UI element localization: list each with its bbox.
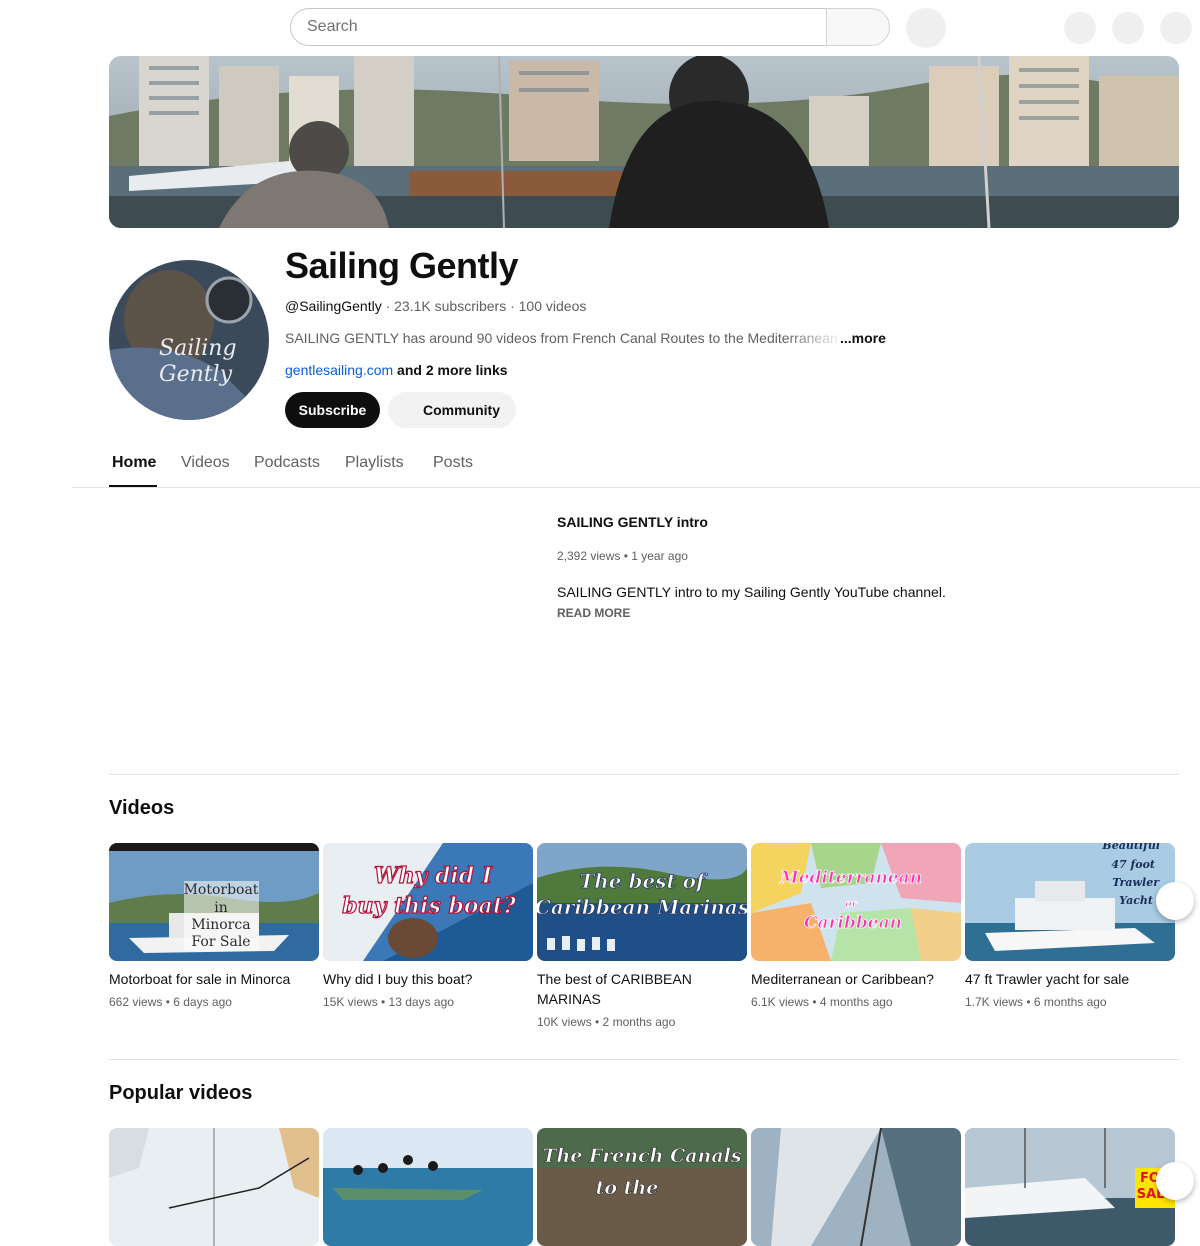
channel-banner — [109, 56, 1179, 228]
search-button[interactable] — [826, 8, 890, 46]
video-title[interactable]: 47 ft Trawler yacht for sale — [965, 969, 1175, 989]
thumb-text: Yacht — [1119, 894, 1153, 907]
description-more-link[interactable]: ...more — [840, 330, 886, 346]
tab-videos[interactable]: Videos — [181, 454, 230, 472]
thumb-text: The French Canals — [542, 1145, 741, 1167]
avatar-text-line1: Sailing — [159, 336, 237, 361]
featured-video-meta: 2,392 views • 1 year ago — [557, 549, 688, 563]
video-meta: 1.7K views • 6 months ago — [965, 995, 1107, 1009]
featured-read-more[interactable]: READ MORE — [557, 606, 630, 620]
avatar-text-line2: Gently — [159, 362, 233, 387]
tab-podcasts[interactable]: Podcasts — [254, 454, 320, 472]
video-thumbnail[interactable] — [751, 1128, 961, 1246]
thumb-text: buy this boat? — [342, 893, 517, 919]
thumb-text: Caribbean — [804, 913, 902, 933]
create-button[interactable] — [1064, 12, 1096, 44]
search-box[interactable] — [290, 8, 826, 46]
subscribe-button[interactable]: Subscribe — [285, 392, 380, 428]
channel-name: Sailing Gently — [285, 245, 519, 286]
thumb-text: in — [214, 900, 228, 916]
channel-link-url[interactable]: gentlesailing.com — [285, 362, 393, 378]
featured-video-player[interactable] — [109, 500, 533, 740]
thumb-text: Minorca — [191, 917, 250, 933]
video-thumbnail[interactable]: Why did I buy this boat? — [323, 843, 533, 961]
tab-posts[interactable]: Posts — [433, 454, 473, 472]
video-title[interactable]: Why did I buy this boat? — [323, 969, 533, 989]
video-meta: 6.1K views • 4 months ago — [751, 995, 893, 1009]
thumb-text: Motorboat — [184, 882, 259, 898]
video-card[interactable]: Mediterranean or Caribbean Mediterranean… — [751, 843, 961, 1009]
thumb-text: The best of — [579, 869, 708, 893]
channel-avatar[interactable]: Sailing Gently — [109, 260, 269, 420]
video-thumbnail[interactable]: Beautiful 47 foot Trawler Yacht — [965, 843, 1175, 961]
videos-section-title[interactable]: Videos — [109, 797, 174, 820]
voice-search-button[interactable] — [906, 8, 946, 48]
carousel-next-button[interactable] — [1156, 1162, 1194, 1200]
video-card[interactable]: Why did I buy this boat? Why did I buy t… — [323, 843, 533, 1009]
channel-handle: @SailingGently — [285, 298, 382, 314]
featured-video-description: SAILING GENTLY intro to my Sailing Gentl… — [557, 584, 946, 600]
thumb-text: or — [845, 899, 858, 910]
video-thumbnail[interactable]: The best of Caribbean Marinas — [537, 843, 747, 961]
carousel-next-button[interactable] — [1156, 882, 1194, 920]
tab-home[interactable]: Home — [112, 454, 156, 472]
channel-links: gentlesailing.com and 2 more links — [285, 362, 508, 378]
thumb-text: to the — [596, 1177, 659, 1199]
notifications-button[interactable] — [1112, 12, 1144, 44]
video-card[interactable]: The best of Caribbean Marinas The best o… — [537, 843, 747, 1029]
thumb-text: Caribbean Marinas — [537, 895, 747, 919]
account-avatar-button[interactable] — [1160, 12, 1192, 44]
video-card[interactable] — [751, 1128, 961, 1246]
thumb-text: 47 foot — [1111, 858, 1155, 871]
featured-video-title[interactable]: SAILING GENTLY intro — [557, 514, 708, 530]
section-divider — [109, 774, 1179, 775]
video-card[interactable]: The French Canals to the — [537, 1128, 747, 1246]
video-thumbnail[interactable]: Motorboat in Minorca For Sale — [109, 843, 319, 961]
video-title[interactable]: Motorboat for sale in Minorca — [109, 969, 319, 989]
video-thumbnail[interactable]: The French Canals to the — [537, 1128, 747, 1246]
description-fade — [785, 328, 845, 348]
video-title[interactable]: Mediterranean or Caribbean? — [751, 969, 961, 989]
video-thumbnail[interactable]: Mediterranean or Caribbean — [751, 843, 961, 961]
popular-section-title[interactable]: Popular videos — [109, 1082, 252, 1105]
thumb-text: For Sale — [191, 934, 250, 950]
video-card[interactable] — [323, 1128, 533, 1246]
thumb-text: Why did I — [374, 863, 493, 889]
thumb-text: Mediterranean — [779, 868, 922, 888]
thumb-text: Beautiful — [1101, 843, 1160, 852]
video-thumbnail[interactable] — [109, 1128, 319, 1246]
video-card[interactable]: Motorboat in Minorca For Sale Motorboat … — [109, 843, 319, 1009]
channel-stats: · 23.1K subscribers · 100 videos — [381, 298, 587, 314]
video-thumbnail[interactable] — [323, 1128, 533, 1246]
thumb-text: Trawler — [1112, 876, 1160, 889]
video-thumbnail[interactable]: FOR SALE — [965, 1128, 1175, 1246]
video-meta: 10K views • 2 months ago — [537, 1015, 676, 1029]
search-input[interactable] — [291, 17, 826, 37]
tab-playlists[interactable]: Playlists — [345, 454, 404, 472]
more-links-button[interactable]: and 2 more links — [393, 362, 508, 378]
video-card[interactable] — [109, 1128, 319, 1246]
community-button[interactable]: Community — [388, 392, 516, 428]
channel-description[interactable]: SAILING GENTLY has around 90 videos from… — [285, 330, 845, 346]
tabs-divider — [72, 487, 1200, 488]
video-card[interactable]: Beautiful 47 foot Trawler Yacht 47 ft Tr… — [965, 843, 1175, 1009]
video-card[interactable]: FOR SALE — [965, 1128, 1175, 1246]
channel-meta: @SailingGently · 23.1K subscribers · 100… — [285, 298, 586, 314]
video-title[interactable]: The best of CARIBBEAN MARINAS — [537, 969, 747, 1009]
video-meta: 662 views • 6 days ago — [109, 995, 232, 1009]
section-divider — [109, 1059, 1179, 1060]
video-meta: 15K views • 13 days ago — [323, 995, 454, 1009]
